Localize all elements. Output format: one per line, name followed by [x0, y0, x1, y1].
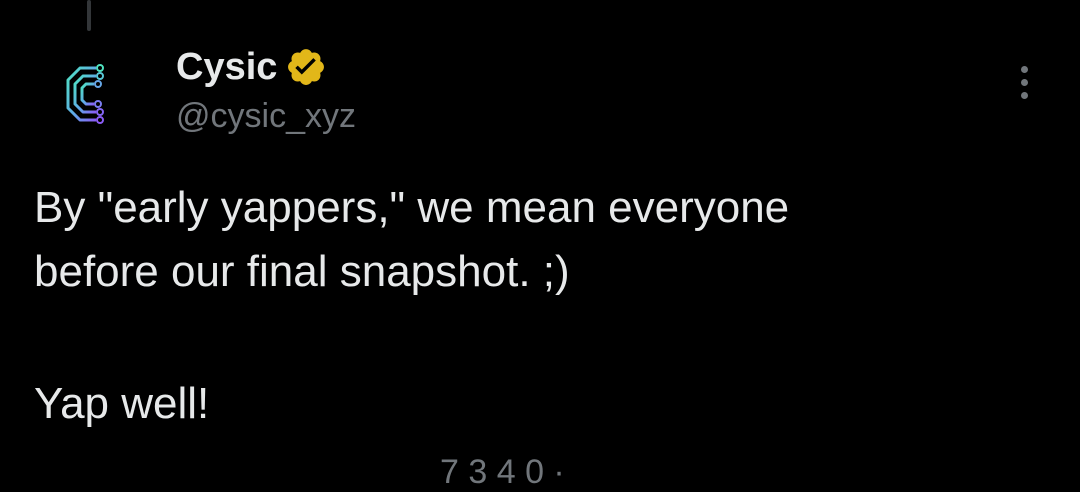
- paragraph-break: [34, 304, 1054, 372]
- post-text-line: By "early yappers," we mean everyone: [34, 183, 790, 232]
- thread-connector-line: [87, 0, 91, 31]
- more-options-icon: [1020, 65, 1028, 73]
- author-handle[interactable]: @cysic_xyz: [176, 93, 356, 139]
- more-options-icon-dot: [1020, 78, 1028, 86]
- author-name-row: Cysic: [176, 42, 327, 92]
- author-name[interactable]: Cysic: [176, 42, 277, 92]
- post-text: By "early yappers," we mean everyone bef…: [34, 176, 1054, 436]
- more-options-button[interactable]: [1004, 60, 1044, 104]
- avatar[interactable]: [50, 56, 126, 132]
- verified-badge-icon[interactable]: [285, 46, 327, 88]
- post-text-line: Yap well!: [34, 379, 210, 428]
- views-count-partial: 7 3 4 0 ·: [440, 453, 565, 491]
- post-text-line: before our final snapshot. ;): [34, 247, 570, 296]
- more-options-icon-dot: [1020, 91, 1028, 99]
- cysic-logo-icon: [66, 64, 104, 124]
